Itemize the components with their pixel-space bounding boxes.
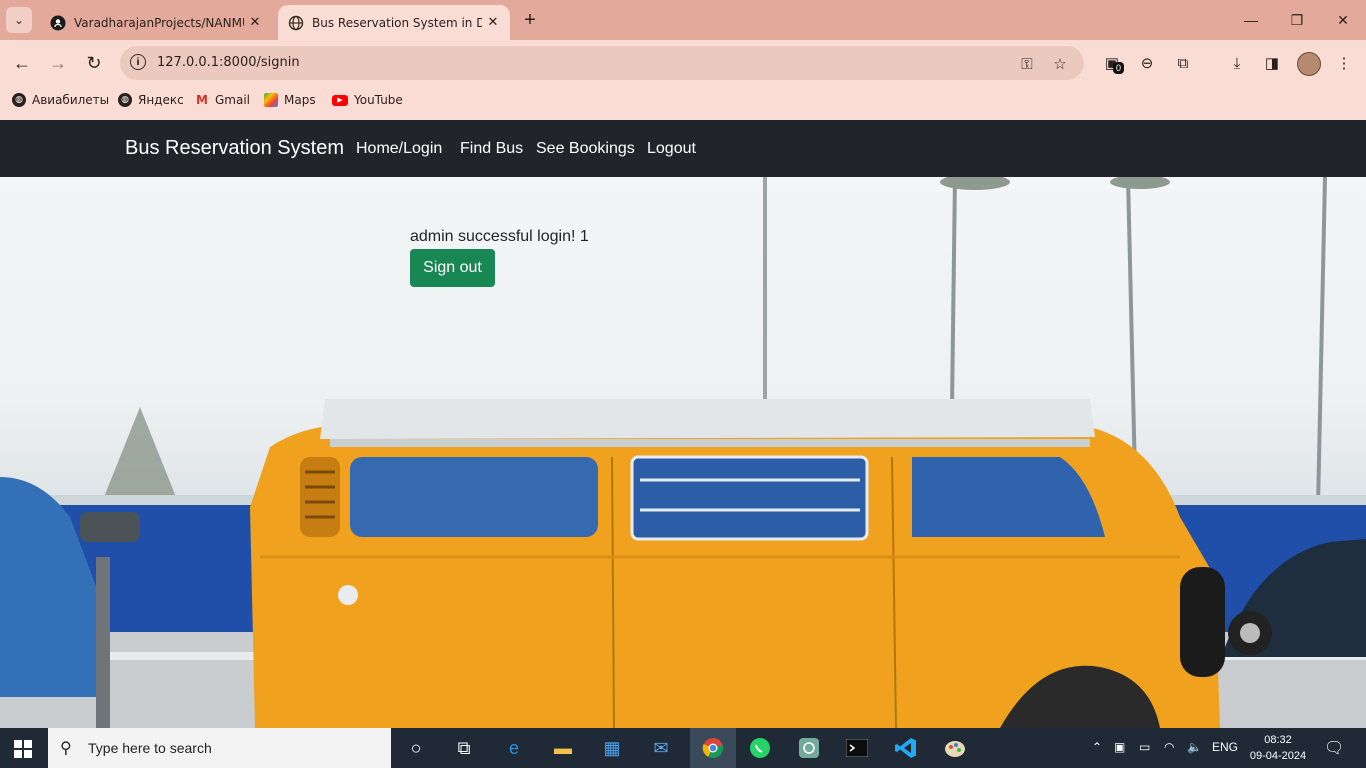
- terminal-icon[interactable]: [843, 734, 871, 762]
- close-tab-icon[interactable]: ✕: [244, 15, 266, 30]
- browser-toolbar: ← → ↻ i 127.0.0.1:8000/signin ⚿ ☆ ▣ 0 ⊖ ⧉…: [0, 40, 1366, 86]
- url-text[interactable]: 127.0.0.1:8000/signin: [157, 55, 300, 70]
- meet-now-icon[interactable]: ▣: [1114, 740, 1125, 754]
- extension-badge: 0: [1113, 62, 1125, 74]
- taskbar-clock[interactable]: 08:32 09-04-2024: [1248, 732, 1308, 764]
- chatgpt-icon[interactable]: [795, 734, 823, 762]
- nav-find-bus[interactable]: Find Bus: [460, 140, 523, 158]
- paint-icon[interactable]: [941, 734, 969, 762]
- navbar-brand[interactable]: Bus Reservation System: [125, 137, 344, 160]
- minimize-icon[interactable]: —: [1228, 0, 1274, 40]
- bookmark-label: Яндекс: [138, 93, 184, 107]
- tab-title: VaradharajanProjects/NANMUD: [74, 15, 244, 30]
- dev-extension-icon[interactable]: ⊖: [1136, 52, 1158, 74]
- side-panel-icon[interactable]: ◨: [1261, 52, 1283, 74]
- taskbar-search-placeholder: Type here to search: [88, 740, 212, 756]
- nav-logout[interactable]: Logout: [647, 140, 696, 158]
- taskbar-search-box[interactable]: ⚲ Type here to search: [48, 728, 391, 768]
- reload-icon[interactable]: ↻: [81, 50, 107, 76]
- bookmark-star-icon[interactable]: ☆: [1050, 54, 1070, 74]
- close-tab-icon[interactable]: ✕: [482, 15, 504, 30]
- clock-time: 08:32: [1264, 734, 1292, 746]
- gmail-icon: M: [196, 93, 208, 107]
- menu-dots-icon[interactable]: ⋮: [1333, 52, 1355, 74]
- sign-out-button[interactable]: Sign out: [410, 249, 495, 287]
- edge-icon[interactable]: e: [500, 734, 528, 762]
- globe-icon: ◍: [118, 93, 132, 107]
- notifications-icon[interactable]: 🗨: [1324, 738, 1344, 758]
- bookmark-aviabilety[interactable]: ◍ Авиабилеты: [12, 93, 109, 107]
- web-page: Bus Reservation System Home/Login Find B…: [0, 120, 1366, 728]
- download-icon[interactable]: ⤓: [1226, 52, 1248, 74]
- chrome-icon[interactable]: [690, 728, 736, 768]
- show-hidden-icons-icon[interactable]: ⌃: [1092, 740, 1102, 754]
- tab-github[interactable]: VaradharajanProjects/NANMUD ✕: [40, 5, 272, 40]
- battery-icon[interactable]: ▭: [1139, 740, 1150, 754]
- site-navbar: Bus Reservation System Home/Login Find B…: [0, 120, 1366, 177]
- back-icon[interactable]: ←: [9, 50, 35, 76]
- task-view-icon[interactable]: ⧉: [450, 734, 478, 762]
- tab-search-button[interactable]: ⌄: [6, 7, 32, 33]
- clock-date: 09-04-2024: [1249, 750, 1307, 762]
- bookmark-label: Maps: [284, 93, 316, 107]
- globe-icon: [288, 15, 304, 31]
- language-indicator[interactable]: ENG: [1212, 740, 1238, 754]
- tab-strip: ⌄ VaradharajanProjects/NANMUD ✕ Bus Rese…: [0, 0, 1366, 40]
- login-success-message: admin successful login! 1: [410, 228, 589, 245]
- background-photo: admin successful login! 1 Sign out: [0, 177, 1366, 728]
- profile-avatar[interactable]: [1297, 52, 1321, 76]
- bookmark-label: Gmail: [215, 93, 251, 107]
- whatsapp-icon[interactable]: [746, 734, 774, 762]
- maps-icon: [264, 93, 278, 107]
- volume-icon[interactable]: 🔈: [1187, 740, 1202, 754]
- tab-title: Bus Reservation System in Djan: [312, 15, 482, 30]
- store-icon[interactable]: ▦: [598, 734, 626, 762]
- github-icon: [50, 15, 66, 31]
- address-bar[interactable]: i 127.0.0.1:8000/signin ⚿ ☆: [120, 46, 1084, 80]
- new-tab-button[interactable]: +: [518, 8, 542, 32]
- forward-icon[interactable]: →: [45, 50, 71, 76]
- bookmark-gmail[interactable]: M Gmail: [195, 93, 250, 107]
- windows-taskbar: ⚲ Type here to search ○ ⧉ e ▬ ▦ ✉ ⌃ ▣ ▭ …: [0, 728, 1366, 768]
- cortana-icon[interactable]: ○: [402, 734, 430, 762]
- wifi-icon[interactable]: ◠: [1164, 740, 1174, 754]
- bookmark-label: Авиабилеты: [32, 93, 110, 107]
- bookmark-yandex[interactable]: ◍ Яндекс: [118, 93, 184, 107]
- bookmark-maps[interactable]: Maps: [264, 93, 316, 107]
- bookmarks-bar: ◍ Авиабилеты ◍ Яндекс M Gmail Maps ▶ You…: [0, 86, 1366, 120]
- extension-icon[interactable]: ▣ 0: [1101, 52, 1125, 74]
- restore-icon[interactable]: ❐: [1274, 0, 1320, 40]
- globe-icon: ◍: [12, 93, 26, 107]
- van-scene-image: [0, 177, 1366, 728]
- nav-see-bookings[interactable]: See Bookings: [536, 140, 635, 158]
- password-key-icon[interactable]: ⚿: [1017, 54, 1037, 74]
- bookmark-label: YouTube: [354, 93, 403, 107]
- windows-start-icon[interactable]: [14, 740, 32, 758]
- site-info-icon[interactable]: i: [130, 54, 146, 70]
- file-explorer-icon[interactable]: ▬: [549, 734, 577, 762]
- vscode-icon[interactable]: [892, 734, 920, 762]
- mail-icon[interactable]: ✉: [647, 734, 675, 762]
- tab-bus-reservation[interactable]: Bus Reservation System in Djan ✕: [278, 5, 510, 40]
- search-icon: ⚲: [60, 740, 72, 757]
- puzzle-icon[interactable]: ⧉: [1172, 52, 1194, 74]
- bookmark-youtube[interactable]: ▶ YouTube: [332, 93, 403, 107]
- close-window-icon[interactable]: ✕: [1320, 0, 1366, 40]
- nav-home-login[interactable]: Home/Login: [356, 140, 442, 158]
- youtube-icon: ▶: [332, 94, 348, 106]
